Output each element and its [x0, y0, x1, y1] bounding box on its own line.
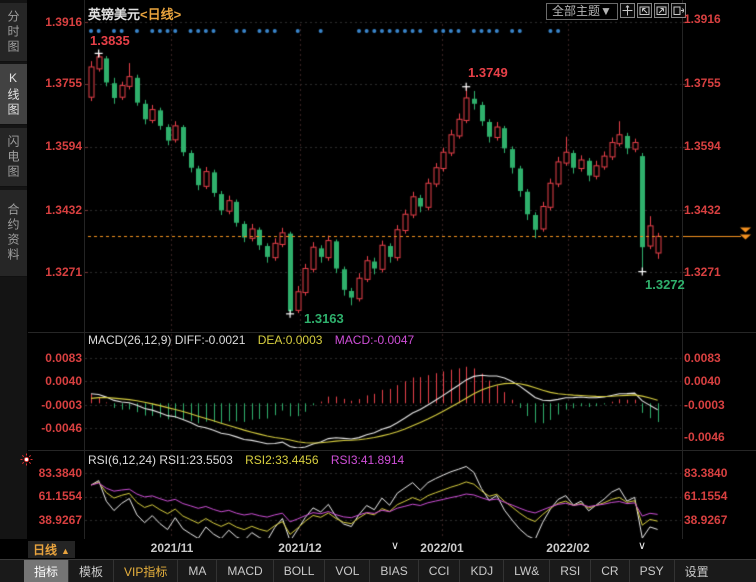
macd-axis-label: 0.0040 [684, 374, 721, 388]
rsi-axis-label: 61.1554 [684, 489, 727, 503]
month-label: 2021/11 [151, 541, 194, 555]
macd-axis-label: -0.0046 [684, 430, 725, 444]
macd-axis-label: 0.0083 [30, 351, 82, 365]
low-price-annotation: 1.3272 [645, 277, 685, 292]
app-window: 分时图 K线图 闪电图 合约资料 英镑美元<日线> 全部主题▼ 1.3916 1… [0, 0, 756, 582]
left-sidebar: 分时图 K线图 闪电图 合约资料 [0, 0, 28, 559]
symbol-name: 英镑美元 [88, 7, 140, 22]
month-label: 2021/12 [278, 541, 321, 555]
pan-crosshair-icon[interactable] [620, 3, 635, 18]
macd-axis-label: -0.0003 [30, 398, 82, 412]
price-axis-label: 1.3432 [30, 203, 82, 217]
price-axis-label: 1.3594 [684, 139, 721, 153]
macd-title-macd: MACD:-0.0047 [335, 333, 414, 347]
chevron-down-icon[interactable]: ∨ [391, 539, 399, 552]
tab-settings[interactable]: 设置 [675, 560, 719, 582]
tab-kdj[interactable]: KDJ [460, 560, 504, 582]
tab-psy[interactable]: PSY [630, 560, 675, 582]
rsi-title-rsi3: RSI3:41.8914 [331, 453, 404, 467]
tab-vol[interactable]: VOL [325, 560, 370, 582]
rsi-axis-label: 61.1554 [30, 489, 82, 503]
tab-ma[interactable]: MA [178, 560, 217, 582]
period-label: 日线 [33, 543, 57, 557]
scale-left-icon[interactable] [637, 3, 652, 18]
rsi-header: RSI(6,12,24) RSI1:23.5503 RSI2:33.4456 R… [88, 453, 404, 467]
rsi-title-rsi1: RSI(6,12,24) RSI1:23.5503 [88, 453, 233, 467]
sidebar-item-label: K线图 [5, 71, 22, 118]
price-axis-label: 1.3432 [684, 203, 721, 217]
price-axis-label: 1.3594 [30, 139, 82, 153]
month-label: 2022/01 [420, 541, 463, 555]
price-axis-label: 1.3271 [684, 265, 721, 279]
period-tag: <日线> [140, 7, 181, 22]
chart-title: 英镑美元<日线> [88, 4, 181, 23]
price-axis-label: 1.3755 [30, 76, 82, 90]
tab-vip-indicators[interactable]: VIP指标 [114, 560, 178, 582]
rsi-axis-label: 38.9267 [30, 513, 82, 527]
tab-templates[interactable]: 模板 [69, 560, 114, 582]
sidebar-item-label: 闪电图 [5, 135, 22, 180]
alert-sun-icon[interactable] [20, 453, 33, 471]
high-price-annotation: 1.3749 [468, 65, 508, 80]
rsi-axis-label: 83.3840 [30, 466, 82, 480]
rsi-axis-label: 83.3840 [684, 466, 727, 480]
month-label: 2022/02 [546, 541, 589, 555]
chevron-down-icon[interactable]: ∨ [638, 539, 646, 552]
period-selector[interactable]: 日线 ▲ [28, 541, 75, 558]
scale-right-icon[interactable] [654, 3, 669, 18]
tab-bias[interactable]: BIAS [370, 560, 418, 582]
price-axis-label: 1.3916 [30, 15, 82, 29]
tab-indicators[interactable]: 指标 [24, 560, 69, 582]
macd-header: MACD(26,12,9) DIFF:-0.0021 DEA:0.0003 MA… [88, 333, 414, 347]
sidebar-item-contract-info[interactable]: 合约资料 [0, 190, 27, 277]
kline-chart-canvas[interactable] [0, 0, 756, 582]
macd-title-diff: MACD(26,12,9) DIFF:-0.0021 [88, 333, 245, 347]
tab-macd[interactable]: MACD [217, 560, 273, 582]
tab-cr[interactable]: CR [591, 560, 629, 582]
price-axis-label: 1.3271 [30, 265, 82, 279]
sidebar-item-kline[interactable]: K线图 [0, 64, 27, 125]
indicator-toolbar: 指标 模板 VIP指标 MA MACD BOLL VOL BIAS CCI KD… [0, 559, 756, 582]
rsi-panel-separator [0, 450, 756, 451]
macd-title-dea: DEA:0.0003 [258, 333, 323, 347]
rsi-axis-label: 38.9267 [684, 513, 727, 527]
time-axis-row: 日线 ▲ 2021/11 2021/12 2022/01 2022/02 ∨ ∨ [0, 539, 756, 559]
macd-axis-label: 0.0040 [30, 374, 82, 388]
price-axis-label: 1.3916 [684, 12, 721, 26]
sidebar-item-label: 分时图 [5, 10, 22, 55]
price-axis-label: 1.3755 [684, 76, 721, 90]
triangle-up-icon: ▲ [61, 546, 70, 556]
macd-axis-label: -0.0003 [684, 398, 725, 412]
left-axis-line [84, 0, 85, 539]
sidebar-item-timeshare[interactable]: 分时图 [0, 3, 27, 62]
theme-selector-button[interactable]: 全部主题▼ [546, 3, 618, 20]
macd-axis-label: 0.0083 [684, 351, 721, 365]
tab-rsi[interactable]: RSI [550, 560, 591, 582]
high-price-annotation: 1.3835 [90, 33, 130, 48]
sidebar-item-lightning[interactable]: 闪电图 [0, 128, 27, 187]
tab-lwr[interactable]: LW& [504, 560, 550, 582]
sidebar-item-label: 合约资料 [5, 203, 22, 263]
tab-boll[interactable]: BOLL [274, 560, 326, 582]
macd-axis-label: -0.0046 [30, 421, 82, 435]
low-price-annotation: 1.3163 [304, 311, 344, 326]
rsi-title-rsi2: RSI2:33.4456 [245, 453, 318, 467]
tab-cci[interactable]: CCI [419, 560, 461, 582]
right-axis-line [682, 0, 683, 539]
